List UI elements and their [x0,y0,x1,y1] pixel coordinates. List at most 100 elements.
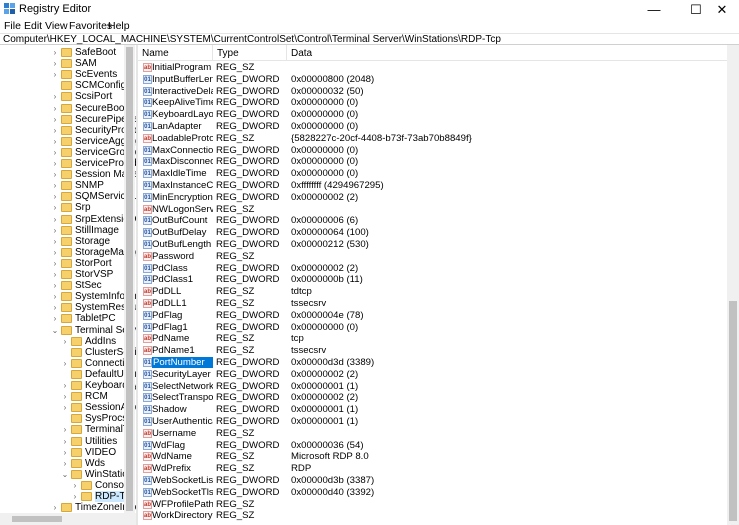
chevron-right-icon[interactable]: › [61,402,69,413]
tree-item[interactable]: › TabletPC [54,313,116,324]
menu-favorites[interactable]: Favorites [69,20,112,32]
chevron-right-icon[interactable]: › [51,103,59,114]
chevron-right-icon[interactable]: › [71,480,79,491]
chevron-down-icon[interactable]: ⌄ [51,325,59,336]
value-row[interactable]: 01InteractiveDelayREG_DWORD 0x00000032 (5… [138,86,727,98]
chevron-down-icon[interactable]: ⌄ [61,469,69,480]
chevron-right-icon[interactable]: › [51,47,59,58]
column-header-name[interactable]: Name [142,48,169,59]
value-row[interactable]: 01 SelectTransport REG_DWORD 0x00000002 (2) [138,392,727,404]
value-row[interactable]: ab PdName REG_SZ tcp [138,333,727,345]
value-row[interactable]: ab WFProfilePath REG_SZ [138,499,727,511]
value-row[interactable]: 01KeepAliveTimeoutREG_DWORD 0x00000000 (0… [138,97,727,109]
tree-item[interactable]: › Srp [54,202,91,213]
value-row[interactable]: ab Password REG_SZ [138,251,727,263]
chevron-right-icon[interactable]: › [51,136,59,147]
tree-vertical-scrollbar[interactable] [124,45,135,513]
chevron-right-icon[interactable]: › [51,214,59,225]
chevron-right-icon[interactable]: › [51,125,59,136]
chevron-right-icon[interactable]: › [61,436,69,447]
tree-item[interactable]: › RCM [64,391,108,402]
value-row[interactable]: abLoadableProtoc...REG_SZ {5828227c-20cf-… [138,133,727,145]
value-row[interactable]: 01WebSocketListe...REG_DWORD 0x00000d3b (… [138,475,727,487]
value-row[interactable]: ab InitialProgram REG_SZ [138,62,727,74]
value-row[interactable]: ab PdDLL REG_SZ tdtcp [138,286,727,298]
chevron-right-icon[interactable]: › [51,225,59,236]
chevron-right-icon[interactable]: › [51,502,59,513]
tree-item[interactable]: › SafeBoot [54,47,117,58]
tree-item[interactable]: › SAM [54,58,97,69]
chevron-right-icon[interactable]: › [51,291,59,302]
chevron-right-icon[interactable]: › [51,91,59,102]
value-row[interactable]: 01MaxInstanceCo...REG_DWORD 0xffffffff (4… [138,180,727,192]
tree-horizontal-scrollbar[interactable] [0,513,136,525]
value-row[interactable]: 01InputBufferLeng...REG_DWORD 0x00000800 … [138,74,727,86]
column-divider[interactable] [212,45,213,61]
column-header-data[interactable]: Data [291,48,312,59]
chevron-right-icon[interactable]: › [51,313,59,324]
chevron-right-icon[interactable]: › [51,236,59,247]
close-button[interactable]: ✕ [705,0,739,19]
value-row[interactable]: abNWLogonServerREG_SZ [138,204,727,216]
value-row[interactable]: 01 PortNumber REG_DWORD 0x00000d3d (3389) [138,357,727,369]
tree-item[interactable]: › VIDEO [64,447,116,458]
tree-item[interactable]: › SecureBoot [54,103,128,114]
chevron-right-icon[interactable]: › [51,202,59,213]
chevron-right-icon[interactable]: › [51,158,59,169]
minimize-button[interactable]: — [637,0,671,19]
value-row[interactable]: 01MaxDisconnecti...REG_DWORD 0x00000000 (… [138,156,727,168]
value-row[interactable]: ab Username REG_SZ [138,428,727,440]
value-row[interactable]: 01 OutBufLength REG_DWORD 0x00000212 (530) [138,239,727,251]
tree-item[interactable]: › ScEvents [54,69,118,80]
value-row[interactable]: ab WdName REG_SZ Microsoft RDP 8.0 [138,451,727,463]
chevron-right-icon[interactable]: › [51,58,59,69]
chevron-right-icon[interactable]: › [51,69,59,80]
tree-item[interactable]: › AddIns [64,336,116,347]
value-row[interactable]: 01MinEncryptionL...REG_DWORD 0x00000002 (… [138,192,727,204]
scrollbar-thumb[interactable] [729,301,737,521]
tree-item[interactable]: SCMConfig [61,80,126,91]
value-row[interactable]: 01UserAuthenticat...REG_DWORD 0x00000001 … [138,416,727,428]
chevron-right-icon[interactable]: › [71,491,79,502]
tree-item[interactable]: SysProcs [71,413,127,424]
list-vertical-scrollbar[interactable] [727,45,739,525]
chevron-right-icon[interactable]: › [51,114,59,125]
chevron-right-icon[interactable]: › [51,247,59,258]
value-row[interactable]: 01 MaxIdleTime REG_DWORD 0x00000000 (0) [138,168,727,180]
value-row[interactable]: 01 Shadow REG_DWORD 0x00000001 (1) [138,404,727,416]
chevron-right-icon[interactable]: › [51,269,59,280]
menu-help[interactable]: Help [108,20,130,32]
tree-item[interactable]: › StSec [54,280,102,291]
chevron-right-icon[interactable]: › [61,358,69,369]
value-row[interactable]: 01 PdFlag REG_DWORD 0x0000004e (78) [138,310,727,322]
value-row[interactable]: 01 PdClass1 REG_DWORD 0x0000000b (11) [138,274,727,286]
column-header-type[interactable]: Type [217,48,239,59]
chevron-right-icon[interactable]: › [61,336,69,347]
address-bar[interactable]: Computer\HKEY_LOCAL_MACHINE\SYSTEM\Curre… [0,33,739,45]
value-row[interactable]: 01 SecurityLayer REG_DWORD 0x00000002 (2) [138,369,727,381]
chevron-right-icon[interactable]: › [51,191,59,202]
address-path[interactable]: Computer\HKEY_LOCAL_MACHINE\SYSTEM\Curre… [3,34,501,45]
chevron-right-icon[interactable]: › [51,180,59,191]
chevron-right-icon[interactable]: › [51,169,59,180]
tree-item[interactable]: › StillImage [54,225,119,236]
value-row[interactable]: 01SelectNetworkD...REG_DWORD 0x00000001 (… [138,381,727,393]
scrollbar-thumb[interactable] [12,516,62,522]
chevron-right-icon[interactable]: › [61,447,69,458]
chevron-right-icon[interactable]: › [51,280,59,291]
value-row[interactable]: 01 PdFlag1 REG_DWORD 0x00000000 (0) [138,322,727,334]
value-row[interactable]: 01 PdClass REG_DWORD 0x00000002 (2) [138,263,727,275]
value-row[interactable]: ab WdPrefix REG_SZ RDP [138,463,727,475]
value-row[interactable]: 01 LanAdapter REG_DWORD 0x00000000 (0) [138,121,727,133]
tree-item[interactable]: › Wds [64,458,105,469]
value-row[interactable]: 01MaxConnection...REG_DWORD 0x00000000 (0… [138,145,727,157]
chevron-right-icon[interactable]: › [51,302,59,313]
value-row[interactable]: 01 OutBufDelay REG_DWORD 0x00000064 (100) [138,227,727,239]
value-row[interactable]: ab WorkDirectory REG_SZ [138,510,727,522]
value-row[interactable]: ab PdDLL1 REG_SZ tssecsrv [138,298,727,310]
value-row[interactable]: 01KeyboardLayoutREG_DWORD 0x00000000 (0) [138,109,727,121]
tree-item[interactable]: › StorVSP [54,269,114,280]
chevron-right-icon[interactable]: › [61,458,69,469]
tree-item[interactable]: › StorPort [54,258,112,269]
chevron-right-icon[interactable]: › [61,391,69,402]
